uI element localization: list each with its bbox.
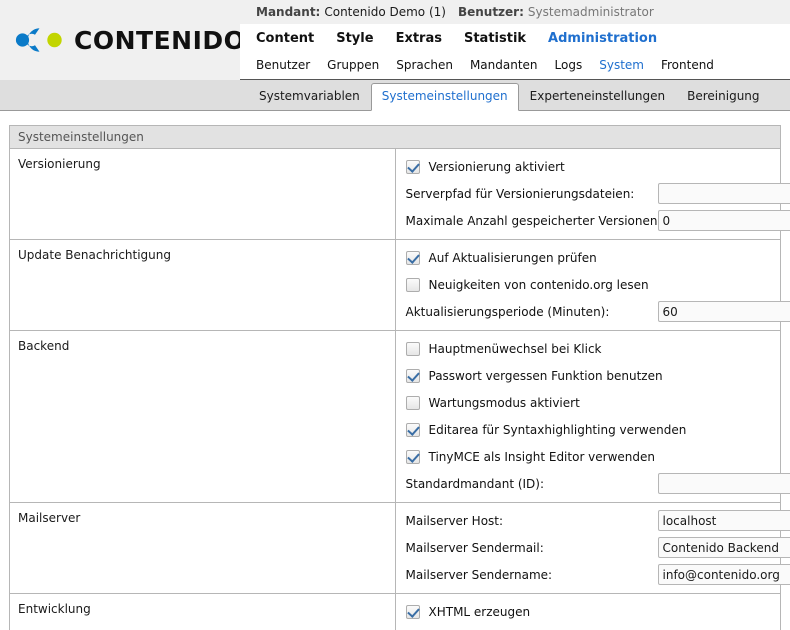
checkbox-row: Hauptmenüwechsel bei Klick [406,338,771,359]
main-nav-content[interactable]: Content [256,31,314,46]
checkbox-passwort-vergessen[interactable] [406,369,420,383]
checkbox-hauptmenuewechsel-bei-klick[interactable] [406,342,420,356]
category-entwicklung: Entwicklung [10,594,396,630]
checkbox-wartungsmodus-aktiviert[interactable] [406,396,420,410]
brand-wordmark-text: CONTENIDO [74,28,245,53]
checkbox-label[interactable]: Versionierung aktiviert [429,160,565,174]
menu-bar: Content Style Extras Statistik Administr… [240,24,790,80]
input-maximale-anzahl-versionen[interactable] [658,210,790,231]
table-row: Versionierung Versionierung aktiviert Se… [10,149,781,240]
mandant-value: Contenido Demo (1) [324,5,446,19]
input-mailserver-host[interactable] [658,510,790,531]
table-row: Mailserver Mailserver Host: Mailserver S… [10,503,781,594]
sub-nav-mandanten[interactable]: Mandanten [470,58,538,72]
main-nav-statistik[interactable]: Statistik [464,31,526,46]
field-label-max-versionen: Maximale Anzahl gespeicherter Versionen: [406,214,658,228]
field-row: Aktualisierungsperiode (Minuten): [406,301,771,322]
sub-nav-system[interactable]: System [599,58,644,72]
checkbox-auf-aktualisierungen-pruefen[interactable] [406,251,420,265]
checkbox-label[interactable]: Hauptmenüwechsel bei Klick [429,342,602,356]
field-row: Serverpfad für Versionierungsdateien: [406,183,771,204]
category-backend: Backend [10,331,396,503]
checkbox-row: Editarea für Syntaxhighlighting verwende… [406,419,771,440]
field-label-mailserver-sendername: Mailserver Sendername: [406,568,658,582]
benutzer-value: Systemadministrator [528,5,654,19]
main-nav-administration[interactable]: Administration [548,31,657,46]
sub-nav-frontend[interactable]: Frontend [661,58,714,72]
tab-bereinigung[interactable]: Bereinigung [676,83,770,111]
field-row: Standardmandant (ID): [406,473,771,494]
checkbox-label[interactable]: XHTML erzeugen [429,605,531,619]
field-label-mailserver-sendermail: Mailserver Sendermail: [406,541,658,555]
input-serverpfad-versionierungsdateien[interactable] [658,183,790,204]
group-body-entwicklung: XHTML erzeugen Basehref erzeugen Image m… [395,594,781,630]
brand-wordmark: CONTENIDO ® [74,28,255,53]
checkbox-row: Auf Aktualisierungen prüfen [406,247,771,268]
tab-systemvariablen[interactable]: Systemvariablen [248,83,371,111]
table-row: Update Benachrichtigung Auf Aktualisieru… [10,240,781,331]
input-mailserver-sendername[interactable] [658,564,790,585]
main-nav-extras[interactable]: Extras [396,31,442,46]
category-mailserver: Mailserver [10,503,396,594]
tab-experteneinstellungen[interactable]: Experteneinstellungen [519,83,676,111]
checkbox-label[interactable]: Wartungsmodus aktiviert [429,396,580,410]
field-row: Maximale Anzahl gespeicherter Versionen: [406,210,771,231]
checkbox-row: Versionierung aktiviert [406,156,771,177]
field-row: Mailserver Sendername: [406,564,771,585]
checkbox-tinymce-insight-editor[interactable] [406,450,420,464]
main-content: Systemeinstellungen Versionierung Versio… [0,111,790,630]
main-nav-style[interactable]: Style [336,31,373,46]
checkbox-neuigkeiten-lesen[interactable] [406,278,420,292]
checkbox-row: Neuigkeiten von contenido.org lesen [406,274,771,295]
input-standardmandant-id[interactable] [658,473,790,494]
sub-nav: Benutzer Gruppen Sprachen Mandanten Logs… [240,52,790,79]
checkbox-label[interactable]: Auf Aktualisierungen prüfen [429,251,597,265]
settings-section-title: Systemeinstellungen [10,126,781,149]
field-label-aktualisierungsperiode: Aktualisierungsperiode (Minuten): [406,305,658,319]
checkbox-row: Passwort vergessen Funktion benutzen [406,365,771,386]
group-body-versionierung: Versionierung aktiviert Serverpfad für V… [395,149,781,240]
table-row: Entwicklung XHTML erzeugen Basehref erze… [10,594,781,630]
contenido-logo-icon [14,25,70,55]
tab-systemeinstellungen[interactable]: Systemeinstellungen [371,83,519,111]
checkbox-label[interactable]: Editarea für Syntaxhighlighting verwende… [429,423,687,437]
benutzer-label: Benutzer: [458,5,524,19]
category-update-benachrichtigung: Update Benachrichtigung [10,240,396,331]
tab-bar: Systemvariablen Systemeinstellungen Expe… [0,80,790,111]
checkbox-label[interactable]: TinyMCE als Insight Editor verwenden [429,450,656,464]
checkbox-xhtml-erzeugen[interactable] [406,605,420,619]
group-body-mailserver: Mailserver Host: Mailserver Sendermail: … [395,503,781,594]
mandant-bar: Mandant: Contenido Demo (1) Benutzer: Sy… [240,0,790,24]
header-right: Mandant: Contenido Demo (1) Benutzer: Sy… [240,0,790,80]
table-section-header-row: Systemeinstellungen [10,126,781,149]
sub-nav-gruppen[interactable]: Gruppen [327,58,379,72]
checkbox-editarea-syntaxhighlighting[interactable] [406,423,420,437]
input-aktualisierungsperiode[interactable] [658,301,790,322]
page-header: CONTENIDO ® Mandant: Contenido Demo (1) … [0,0,790,80]
checkbox-row: XHTML erzeugen [406,601,771,622]
checkbox-row: TinyMCE als Insight Editor verwenden [406,446,771,467]
main-nav: Content Style Extras Statistik Administr… [240,25,790,52]
field-row: Mailserver Sendermail: [406,537,771,558]
settings-table: Systemeinstellungen Versionierung Versio… [9,125,781,630]
brand-logo[interactable]: CONTENIDO ® [0,0,240,80]
checkbox-versionierung-aktiviert[interactable] [406,160,420,174]
checkbox-row: Wartungsmodus aktiviert [406,392,771,413]
field-row: Mailserver Host: [406,510,771,531]
group-body-update-benachrichtigung: Auf Aktualisierungen prüfen Neuigkeiten … [395,240,781,331]
field-label-serverpfad: Serverpfad für Versionierungsdateien: [406,187,658,201]
sub-nav-sprachen[interactable]: Sprachen [396,58,453,72]
table-row: Backend Hauptmenüwechsel bei Klick Passw… [10,331,781,503]
sub-nav-benutzer[interactable]: Benutzer [256,58,310,72]
field-label-mailserver-host: Mailserver Host: [406,514,658,528]
mandant-label: Mandant: [256,5,320,19]
category-versionierung: Versionierung [10,149,396,240]
field-label-standardmandant: Standardmandant (ID): [406,477,658,491]
input-mailserver-sendermail[interactable] [658,537,790,558]
sub-nav-logs[interactable]: Logs [555,58,583,72]
checkbox-label[interactable]: Neuigkeiten von contenido.org lesen [429,278,649,292]
group-body-backend: Hauptmenüwechsel bei Klick Passwort verg… [395,331,781,503]
checkbox-label[interactable]: Passwort vergessen Funktion benutzen [429,369,663,383]
